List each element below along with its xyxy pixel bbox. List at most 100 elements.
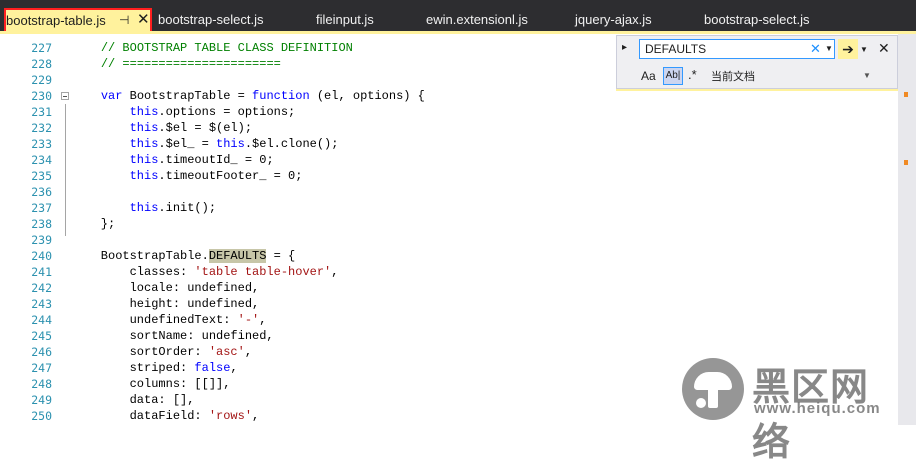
find-results-line xyxy=(616,89,898,91)
line-number: 240 xyxy=(31,249,52,263)
tab-bootstrap-select-js-2[interactable]: bootstrap-select.js xyxy=(704,8,810,31)
line-number: 233 xyxy=(31,137,52,151)
chevron-down-icon[interactable]: ▼ xyxy=(863,71,871,80)
close-find-icon[interactable]: ✕ xyxy=(878,40,890,57)
tab-fileinput-js[interactable]: fileinput.js xyxy=(316,8,374,31)
code-line: classes: 'table table-hover', xyxy=(72,264,339,280)
code-token: this xyxy=(129,169,159,183)
code-line: this.timeoutId_ = 0; xyxy=(72,152,274,168)
code-token: 'asc' xyxy=(208,345,245,359)
line-number: 235 xyxy=(31,169,52,183)
line-number-gutter: 227 228 229 230 231 232 233 234 235 236 237 238 239 2… xyxy=(0,34,60,425)
tab-bootstrap-table-js[interactable]: bootstrap-table.js ⊣ ✕ xyxy=(4,8,152,33)
code-token: false xyxy=(194,361,231,375)
code-token: this xyxy=(129,105,159,119)
code-line: locale: undefined, xyxy=(72,280,260,296)
code-line: var BootstrapTable = function (el, optio… xyxy=(72,88,425,104)
line-number: 234 xyxy=(31,153,52,167)
code-token: this xyxy=(129,201,159,215)
code-token: BootstrapTable = xyxy=(122,89,253,103)
line-number: 231 xyxy=(31,105,52,119)
collapse-region-icon[interactable] xyxy=(61,92,69,100)
line-number: 244 xyxy=(31,313,52,327)
code-line: height: undefined, xyxy=(72,296,260,312)
code-token: striped: xyxy=(72,361,195,375)
code-line: data: [], xyxy=(72,392,195,408)
watermark-url: www.heiqu.com xyxy=(754,400,881,417)
tab-jquery-ajax-js[interactable]: jquery-ajax.js xyxy=(575,8,652,31)
line-number: 238 xyxy=(31,217,52,231)
search-history-dropdown-icon[interactable]: ▼ xyxy=(825,44,833,53)
code-line: columns: [[]], xyxy=(72,376,231,392)
clear-search-icon[interactable]: ✕ xyxy=(810,41,821,57)
match-case-toggle[interactable]: Aa xyxy=(641,69,656,83)
code-line: dataField: 'rows', xyxy=(72,408,260,424)
find-widget: ▸ DEFAULTS ✕ ▼ ➔ ▼ ✕ Aa Ab| .* 当前文档 ▼ xyxy=(616,35,898,89)
code-line: sortOrder: 'asc', xyxy=(72,344,252,360)
code-token: .$el = $(el); xyxy=(158,121,253,135)
arrow-right-icon: ➔ xyxy=(842,41,854,57)
code-line: }; xyxy=(72,216,115,232)
line-number: 229 xyxy=(31,73,52,87)
line-number: 243 xyxy=(31,297,52,311)
code-token: 'rows' xyxy=(208,409,253,423)
line-number: 250 xyxy=(31,409,52,423)
line-number: 245 xyxy=(31,329,52,343)
line-number: 239 xyxy=(31,233,52,247)
code-token: '-' xyxy=(237,313,260,327)
pin-icon[interactable]: ⊣ xyxy=(119,10,129,31)
code-token: .timeoutId_ = 0; xyxy=(158,153,274,167)
code-token: var xyxy=(100,89,123,103)
search-match-marker xyxy=(904,92,908,97)
line-number: 230 xyxy=(31,89,52,103)
code-token: locale: undefined, xyxy=(72,281,260,295)
match-whole-word-toggle[interactable]: Ab| xyxy=(663,67,683,85)
line-number: 246 xyxy=(31,345,52,359)
toggle-replace-icon[interactable]: ▸ xyxy=(622,42,627,53)
code-token: this xyxy=(129,153,159,167)
close-tab-icon[interactable]: ✕ xyxy=(137,9,150,30)
code-token: .$el_ = xyxy=(158,137,217,151)
code-token: sortOrder: xyxy=(72,345,209,359)
code-token: , xyxy=(252,409,260,423)
code-token: function xyxy=(252,89,310,103)
find-next-button[interactable]: ➔ xyxy=(838,39,858,59)
find-input[interactable]: DEFAULTS xyxy=(639,39,835,59)
code-token: BootstrapTable. xyxy=(72,249,209,263)
regex-toggle[interactable]: .* xyxy=(688,67,697,82)
search-match-marker xyxy=(904,160,908,165)
code-token: this xyxy=(216,137,245,151)
line-number: 236 xyxy=(31,185,52,199)
tab-bootstrap-select-js[interactable]: bootstrap-select.js xyxy=(158,8,264,31)
search-scope-select[interactable]: 当前文档 xyxy=(711,68,755,84)
watermark-logo: 黑区网络 www.heiqu.com xyxy=(682,358,907,464)
code-token: .$el.clone(); xyxy=(244,137,339,151)
code-token: (el, options) { xyxy=(309,89,425,103)
code-line: // ====================== xyxy=(72,56,281,72)
tab-ewin-extension-js[interactable]: ewin.extensionl.js xyxy=(426,8,528,31)
fold-guide xyxy=(65,104,66,236)
code-line: BootstrapTable.DEFAULTS = { xyxy=(72,248,295,264)
code-line: this.$el_ = this.$el.clone(); xyxy=(72,136,339,152)
code-token: = { xyxy=(266,249,296,263)
code-token: .timeoutFooter_ = 0; xyxy=(158,169,303,183)
code-token: .options = options; xyxy=(158,105,296,119)
code-token: // BOOTSTRAP TABLE CLASS DEFINITION xyxy=(100,41,353,55)
logo-icon xyxy=(682,358,744,420)
scroll-up-icon[interactable] xyxy=(900,36,914,50)
code-token: // ====================== xyxy=(100,57,281,71)
line-number: 242 xyxy=(31,281,52,295)
code-token: dataField: xyxy=(72,409,209,423)
code-line: sortName: undefined, xyxy=(72,328,274,344)
code-token: , xyxy=(259,313,267,327)
code-token: sortName: undefined, xyxy=(72,329,274,343)
find-next-dropdown-icon[interactable]: ▼ xyxy=(860,45,868,54)
line-number: 247 xyxy=(31,361,52,375)
